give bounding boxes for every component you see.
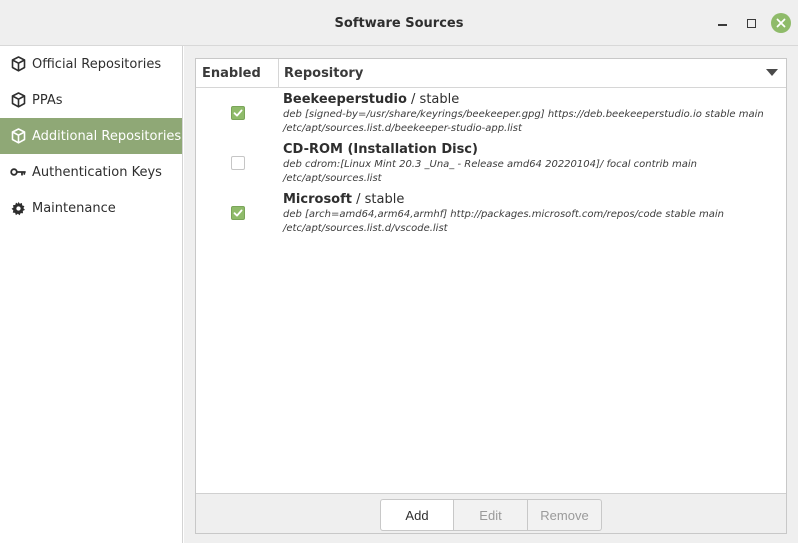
sort-descending-icon[interactable] bbox=[766, 69, 778, 76]
sidebar-item-label: Authentication Keys bbox=[32, 164, 162, 180]
sidebar: Official Repositories PPAs Additional Re… bbox=[0, 46, 183, 543]
repository-source-line: deb [signed-by=/usr/share/keyrings/beeke… bbox=[283, 109, 764, 120]
table-row[interactable]: Microsoft / stable deb [arch=amd64,arm64… bbox=[196, 192, 786, 242]
enabled-checkbox[interactable] bbox=[231, 156, 245, 170]
maximize-icon bbox=[746, 18, 756, 28]
repository-file-path: /etc/apt/sources.list.d/vscode.list bbox=[283, 223, 448, 234]
repository-toolbar: Add Edit Remove bbox=[196, 493, 786, 533]
gear-icon bbox=[10, 200, 26, 216]
repository-table: Enabled Repository Beekeeperstudio / sta… bbox=[195, 58, 787, 534]
sidebar-item-authentication-keys[interactable]: Authentication Keys bbox=[0, 154, 182, 190]
repository-name: Microsoft bbox=[283, 192, 352, 207]
table-row[interactable]: Beekeeperstudio / stable deb [signed-by=… bbox=[196, 92, 786, 142]
close-button[interactable] bbox=[771, 13, 791, 33]
sidebar-item-maintenance[interactable]: Maintenance bbox=[0, 190, 182, 226]
checkmark-icon bbox=[233, 209, 243, 217]
column-separator bbox=[278, 59, 279, 88]
enabled-checkbox[interactable] bbox=[231, 206, 245, 220]
sidebar-item-label: Additional Repositories bbox=[32, 128, 182, 144]
repository-name-line: CD-ROM (Installation Disc) bbox=[283, 142, 783, 158]
repository-name-line: Beekeeperstudio / stable bbox=[283, 92, 783, 108]
table-header: Enabled Repository bbox=[196, 59, 786, 88]
sidebar-item-ppas[interactable]: PPAs bbox=[0, 82, 182, 118]
add-button[interactable]: Add bbox=[380, 499, 454, 531]
column-header-enabled[interactable]: Enabled bbox=[202, 66, 261, 81]
key-icon bbox=[10, 164, 26, 180]
table-row[interactable]: CD-ROM (Installation Disc) deb cdrom:[Li… bbox=[196, 142, 786, 192]
repository-file-path: /etc/apt/sources.list.d/beekeeper-studio… bbox=[283, 123, 522, 134]
column-header-repository[interactable]: Repository bbox=[284, 66, 363, 81]
edit-button[interactable]: Edit bbox=[454, 499, 528, 531]
package-icon bbox=[10, 92, 26, 108]
window-title: Software Sources bbox=[334, 16, 464, 31]
sidebar-item-additional-repositories[interactable]: Additional Repositories bbox=[0, 118, 182, 154]
enabled-checkbox[interactable] bbox=[231, 106, 245, 120]
close-icon bbox=[776, 18, 786, 28]
remove-button[interactable]: Remove bbox=[528, 499, 602, 531]
sidebar-item-label: Maintenance bbox=[32, 200, 116, 216]
repository-suite: / stable bbox=[406, 92, 460, 107]
repository-info: Microsoft / stable deb [arch=amd64,arm64… bbox=[283, 192, 783, 236]
repository-name-line: Microsoft / stable bbox=[283, 192, 783, 208]
repository-info: CD-ROM (Installation Disc) deb cdrom:[Li… bbox=[283, 142, 783, 186]
repository-info: Beekeeperstudio / stable deb [signed-by=… bbox=[283, 92, 783, 136]
minimize-icon bbox=[717, 24, 727, 26]
checkmark-icon bbox=[233, 109, 243, 117]
minimize-button[interactable] bbox=[712, 13, 732, 33]
repository-file-path: /etc/apt/sources.list bbox=[283, 173, 382, 184]
package-icon bbox=[10, 56, 26, 72]
repository-suite: / stable bbox=[351, 192, 405, 207]
package-icon bbox=[10, 128, 26, 144]
sidebar-item-official-repositories[interactable]: Official Repositories bbox=[0, 46, 182, 82]
maximize-button[interactable] bbox=[741, 13, 761, 33]
sidebar-item-label: PPAs bbox=[32, 92, 63, 108]
repository-source-line: deb [arch=amd64,arm64,armhf] http://pack… bbox=[283, 209, 724, 220]
repository-source-line: deb cdrom:[Linux Mint 20.3 _Una_ - Relea… bbox=[283, 159, 697, 170]
title-bar: Software Sources bbox=[0, 0, 798, 46]
main-content: Enabled Repository Beekeeperstudio / sta… bbox=[184, 46, 798, 543]
repository-name: Beekeeperstudio bbox=[283, 92, 407, 107]
repository-name: CD-ROM (Installation Disc) bbox=[283, 142, 478, 157]
sidebar-item-label: Official Repositories bbox=[32, 56, 162, 72]
